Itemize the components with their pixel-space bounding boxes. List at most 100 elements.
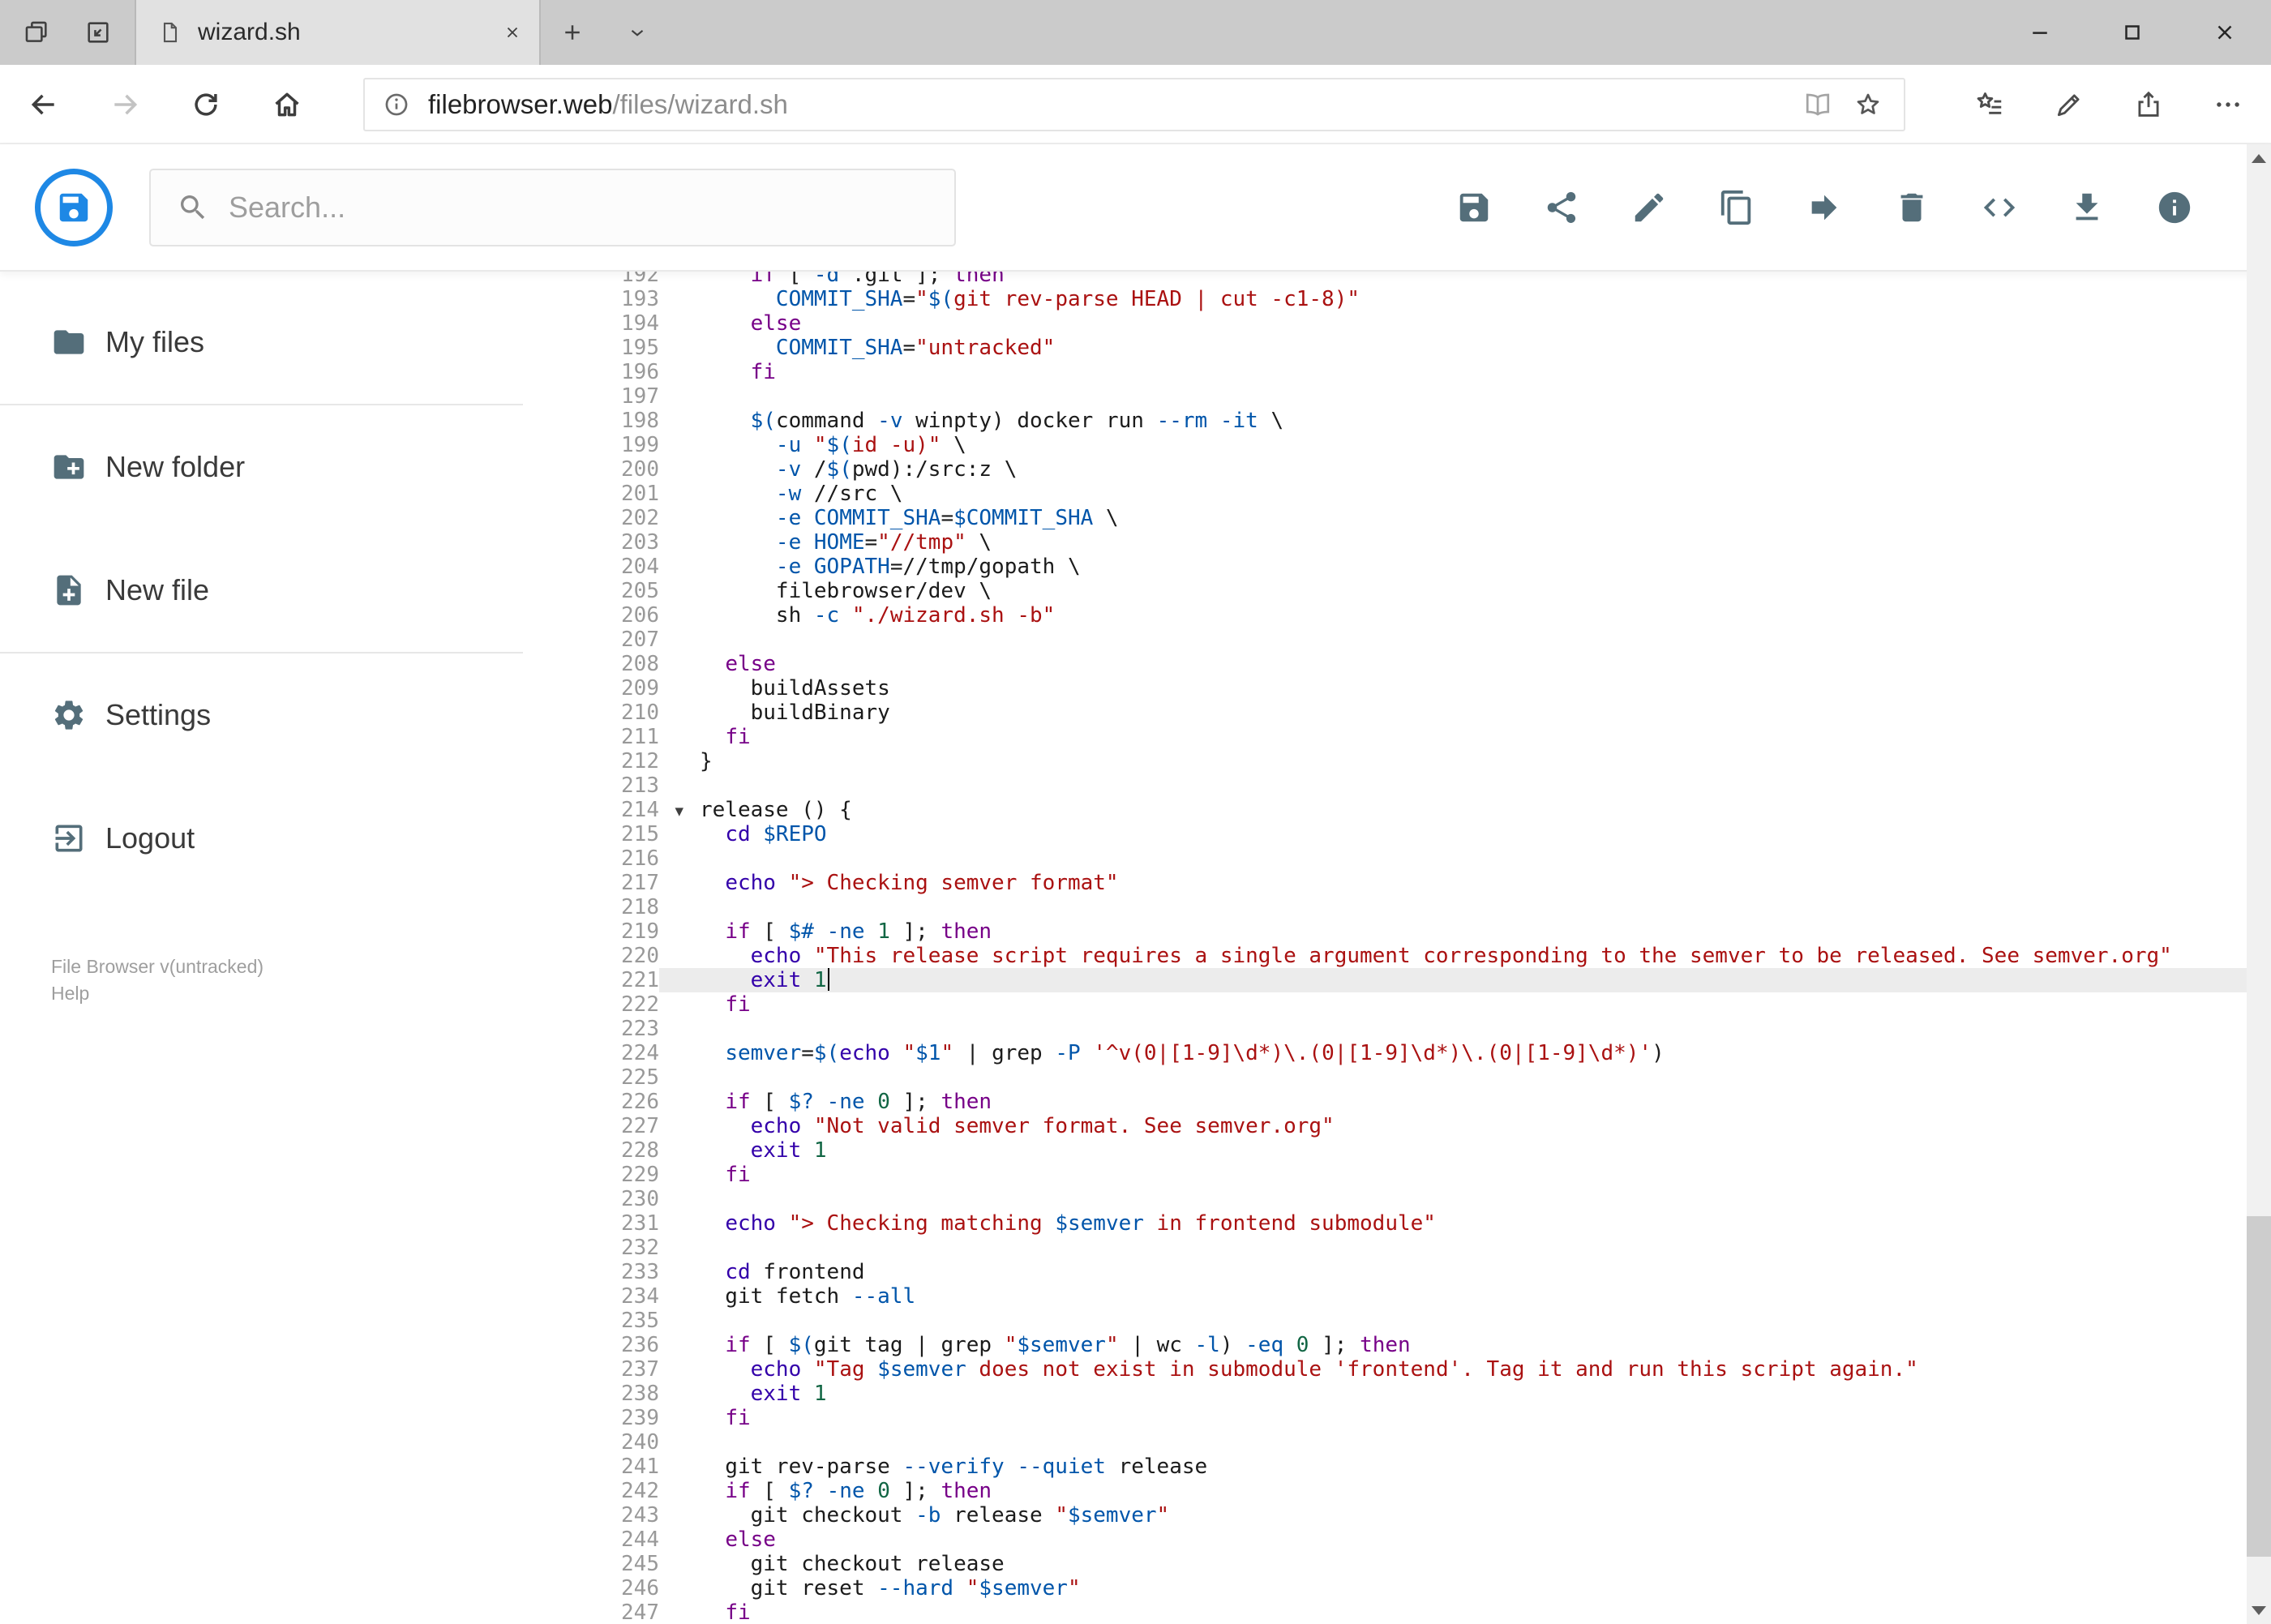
- info-button[interactable]: [2142, 175, 2207, 240]
- delete-button[interactable]: [1879, 175, 1944, 240]
- code-line-229[interactable]: 229 fi: [523, 1163, 2271, 1187]
- copy-button[interactable]: [1704, 175, 1769, 240]
- code-line-200[interactable]: 200 -v /$(pwd):/src:z \: [523, 457, 2271, 482]
- sidebar-item-my-files[interactable]: My files: [0, 281, 523, 404]
- code-line-235[interactable]: 235: [523, 1309, 2271, 1333]
- close-window-button[interactable]: [2179, 0, 2271, 65]
- code-line-228[interactable]: 228 exit 1: [523, 1138, 2271, 1163]
- code-line-212[interactable]: 212}: [523, 749, 2271, 773]
- code-line-201[interactable]: 201 -w //src \: [523, 482, 2271, 506]
- sidebar-item-logout[interactable]: Logout: [0, 777, 523, 900]
- code-line-241[interactable]: 241 git rev-parse --verify --quiet relea…: [523, 1455, 2271, 1479]
- favorites-hub-button[interactable]: [1957, 72, 2022, 137]
- code-line-214[interactable]: 214 ▾ release () {: [523, 798, 2271, 822]
- web-note-button[interactable]: [2037, 72, 2102, 137]
- code-line-210[interactable]: 210 buildBinary: [523, 701, 2271, 725]
- share-button[interactable]: [1529, 175, 1594, 240]
- code-line-193[interactable]: 193 COMMIT_SHA="$(git rev-parse HEAD | c…: [523, 287, 2271, 311]
- code-line-225[interactable]: 225: [523, 1065, 2271, 1090]
- code-line-222[interactable]: 222 fi: [523, 992, 2271, 1017]
- code-line-216[interactable]: 216: [523, 846, 2271, 871]
- code-line-198[interactable]: 198 $(command -v winpty) docker run --rm…: [523, 409, 2271, 433]
- save-button[interactable]: [1442, 175, 1506, 240]
- code-line-202[interactable]: 202 -e COMMIT_SHA=$COMMIT_SHA \: [523, 506, 2271, 530]
- code-line-226[interactable]: 226 if [ $? -ne 0 ]; then: [523, 1090, 2271, 1114]
- set-tabs-aside-button[interactable]: [69, 0, 127, 65]
- sidebar-item-new-file[interactable]: New file: [0, 529, 523, 652]
- code-line-242[interactable]: 242 if [ $? -ne 0 ]; then: [523, 1479, 2271, 1503]
- favorite-star-icon[interactable]: [1853, 90, 1883, 119]
- saved-tabs-button[interactable]: [7, 0, 66, 65]
- forward-button[interactable]: [92, 72, 157, 137]
- code-line-199[interactable]: 199 -u "$(id -u)" \: [523, 433, 2271, 457]
- code-line-209[interactable]: 209 buildAssets: [523, 676, 2271, 701]
- code-line-230[interactable]: 230: [523, 1187, 2271, 1211]
- code-line-247[interactable]: 247 fi: [523, 1600, 2271, 1624]
- code-line-237[interactable]: 237 echo "Tag $semver does not exist in …: [523, 1357, 2271, 1382]
- maximize-button[interactable]: [2086, 0, 2179, 65]
- code-line-207[interactable]: 207: [523, 628, 2271, 652]
- code-line-219[interactable]: 219 if [ $# -ne 1 ]; then: [523, 919, 2271, 944]
- filebrowser-logo[interactable]: [35, 169, 113, 246]
- address-bar[interactable]: filebrowser.web/files/wizard.sh: [363, 78, 1905, 131]
- code-line-218[interactable]: 218: [523, 895, 2271, 919]
- back-button[interactable]: [11, 72, 76, 137]
- code-line-206[interactable]: 206 sh -c "./wizard.sh -b": [523, 603, 2271, 628]
- refresh-button[interactable]: [174, 72, 238, 137]
- code-line-233[interactable]: 233 cd frontend: [523, 1260, 2271, 1284]
- tab-close-icon[interactable]: [503, 24, 521, 41]
- code-line-208[interactable]: 208 else: [523, 652, 2271, 676]
- code-line-215[interactable]: 215 cd $REPO: [523, 822, 2271, 846]
- code-line-239[interactable]: 239 fi: [523, 1406, 2271, 1430]
- code-line-240[interactable]: 240: [523, 1430, 2271, 1455]
- code-line-211[interactable]: 211 fi: [523, 725, 2271, 749]
- sidebar-item-new-folder[interactable]: New folder: [0, 405, 523, 529]
- code-line-243[interactable]: 243 git checkout -b release "$semver": [523, 1503, 2271, 1528]
- move-button[interactable]: [1792, 175, 1857, 240]
- code-line-231[interactable]: 231 echo "> Checking matching $semver in…: [523, 1211, 2271, 1236]
- code-line-245[interactable]: 245 git checkout release: [523, 1552, 2271, 1576]
- new-tab-button[interactable]: [540, 0, 605, 65]
- minimize-button[interactable]: [1994, 0, 2086, 65]
- code-line-197[interactable]: 197: [523, 384, 2271, 409]
- code-line-223[interactable]: 223: [523, 1017, 2271, 1041]
- code-line-224[interactable]: 224 semver=$(echo "$1" | grep -P '^v(0|[…: [523, 1041, 2271, 1065]
- browser-tab[interactable]: wizard.sh: [135, 0, 541, 65]
- help-link[interactable]: Help: [51, 980, 264, 1007]
- code-line-236[interactable]: 236 if [ $(git tag | grep "$semver" | wc…: [523, 1333, 2271, 1357]
- code-line-221[interactable]: 221 exit 1: [523, 968, 2271, 992]
- code-line-195[interactable]: 195 COMMIT_SHA="untracked": [523, 336, 2271, 360]
- code-line-205[interactable]: 205 filebrowser/dev \: [523, 579, 2271, 603]
- sidebar-item-settings[interactable]: Settings: [0, 653, 523, 777]
- code-line-234[interactable]: 234 git fetch --all: [523, 1284, 2271, 1309]
- code-line-203[interactable]: 203 -e HOME="//tmp" \: [523, 530, 2271, 555]
- code-line-220[interactable]: 220 echo "This release script requires a…: [523, 944, 2271, 968]
- search-input[interactable]: [229, 191, 938, 225]
- code-line-217[interactable]: 217 echo "> Checking semver format": [523, 871, 2271, 895]
- code-line-204[interactable]: 204 -e GOPATH=//tmp/gopath \: [523, 555, 2271, 579]
- edit-button[interactable]: [1617, 175, 1682, 240]
- site-info-icon[interactable]: [383, 91, 410, 118]
- reading-view-icon[interactable]: [1803, 90, 1832, 119]
- code-line-246[interactable]: 246 git reset --hard "$semver": [523, 1576, 2271, 1600]
- home-button[interactable]: [255, 72, 319, 137]
- code-line-244[interactable]: 244 else: [523, 1528, 2271, 1552]
- code-editor[interactable]: 192 if [ -d .git ]; then 193 COMMIT_SHA="…: [523, 272, 2271, 1624]
- download-button[interactable]: [2055, 175, 2119, 240]
- tab-preview-toggle-button[interactable]: [605, 0, 670, 65]
- code-line-213[interactable]: 213: [523, 773, 2271, 798]
- code-line-194[interactable]: 194 else: [523, 311, 2271, 336]
- page-scrollbar[interactable]: [2247, 144, 2271, 1624]
- code-line-192[interactable]: 192 if [ -d .git ]; then: [523, 272, 2271, 287]
- search-bar[interactable]: [149, 169, 956, 246]
- code-line-232[interactable]: 232: [523, 1236, 2271, 1260]
- share-page-button[interactable]: [2116, 72, 2181, 137]
- scroll-up-button[interactable]: [2247, 144, 2271, 172]
- fold-marker-icon[interactable]: ▾: [675, 799, 683, 823]
- more-options-button[interactable]: [2196, 72, 2260, 137]
- code-line-196[interactable]: 196 fi: [523, 360, 2271, 384]
- scrollbar-thumb[interactable]: [2247, 1216, 2271, 1557]
- scroll-down-button[interactable]: [2247, 1596, 2271, 1624]
- code-button[interactable]: [1967, 175, 2032, 240]
- code-line-238[interactable]: 238 exit 1: [523, 1382, 2271, 1406]
